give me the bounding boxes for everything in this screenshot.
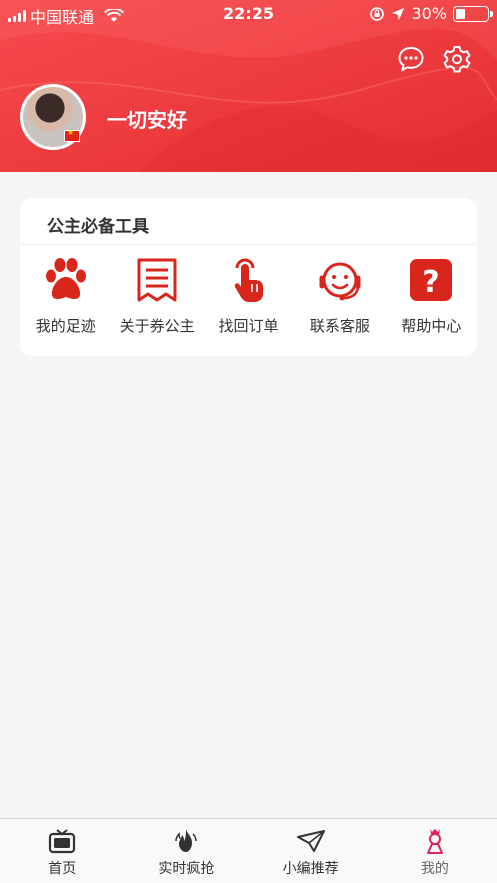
document-icon	[137, 258, 177, 302]
tool-label: 关于券公主	[119, 317, 195, 335]
orientation-lock-icon	[370, 6, 385, 21]
tool-label: 帮助中心	[401, 317, 462, 335]
paw-icon	[45, 258, 86, 299]
tab-bar: 首页 实时疯抢 小编推荐 我的	[0, 818, 497, 883]
svg-text:?: ?	[423, 265, 440, 300]
profile-header: 中国联通 22:25 30% ★ 一切安好	[0, 0, 497, 172]
tab-label: 首页	[48, 861, 77, 877]
battery-icon	[453, 5, 493, 22]
tool-find-order[interactable]: 找回订单	[203, 256, 294, 336]
flag-badge-icon	[64, 128, 80, 142]
tool-help-center[interactable]: ? 帮助中心	[386, 256, 477, 336]
tab-label: 我的	[420, 861, 449, 877]
tool-customer-service[interactable]: 联系客服	[294, 256, 385, 336]
tv-home-icon	[49, 829, 76, 854]
tool-label: 找回订单	[218, 317, 279, 335]
tool-footprints[interactable]: 我的足迹	[20, 256, 111, 336]
tools-card-title: 公主必备工具	[47, 217, 149, 237]
status-bar: 中国联通 22:25 30%	[0, 0, 497, 28]
username: 一切安好	[107, 108, 187, 132]
tab-mine[interactable]: 我的	[373, 819, 497, 883]
tools-card: 公主必备工具 我的足迹 关于券公主 找回订单 联系客服 ? 帮助中心	[20, 198, 477, 356]
tab-editor-picks[interactable]: 小编推荐	[249, 819, 373, 883]
tab-label: 实时疯抢	[158, 861, 215, 877]
tap-hand-icon	[234, 258, 263, 302]
message-icon[interactable]	[396, 44, 426, 74]
paper-plane-icon	[296, 830, 325, 852]
flame-icon	[175, 829, 198, 852]
help-icon: ?	[410, 259, 453, 301]
divider	[20, 244, 477, 245]
tab-flash-sale[interactable]: 实时疯抢	[124, 819, 248, 883]
headset-icon	[319, 262, 361, 301]
tool-label: 我的足迹	[35, 317, 96, 335]
location-icon	[392, 7, 405, 20]
battery-percent: 30%	[411, 4, 447, 23]
princess-icon	[426, 829, 443, 854]
tab-label: 小编推荐	[282, 861, 339, 877]
settings-icon[interactable]	[442, 44, 472, 74]
tool-about[interactable]: 关于券公主	[111, 256, 202, 336]
tool-label: 联系客服	[309, 317, 370, 335]
tab-home[interactable]: 首页	[0, 819, 124, 883]
